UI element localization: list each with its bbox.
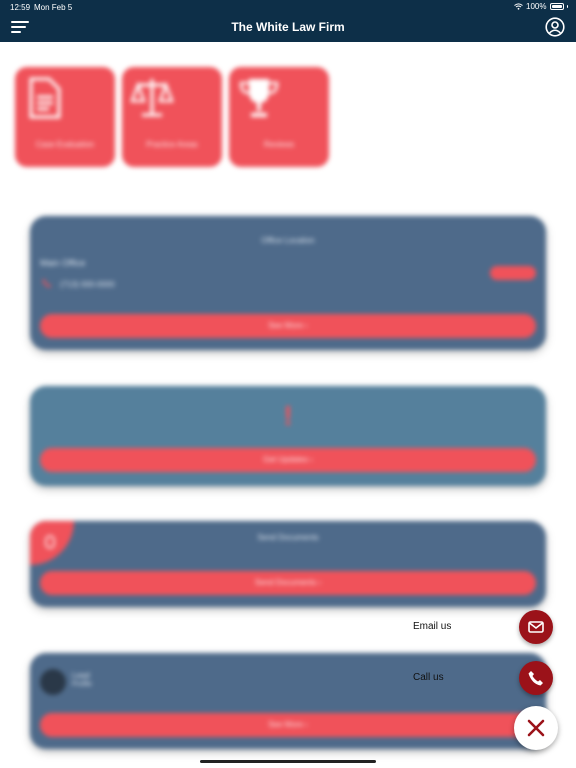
phone-icon — [528, 671, 543, 686]
updates-card: ! Get Updates › — [30, 386, 546, 486]
document-icon — [29, 77, 61, 119]
trophy-icon — [239, 79, 279, 117]
tile-practice-areas[interactable]: Practice Areas — [122, 67, 222, 167]
documents-card: Send Documents Send Documents › — [30, 521, 546, 607]
battery-tip — [566, 5, 568, 8]
card-title: Send Documents — [257, 533, 319, 542]
background-content: Case Evaluation Practice Areas Reviews O… — [0, 42, 576, 768]
mail-icon — [528, 621, 544, 633]
office-card: Office Location Main Office (713) 000-00… — [30, 216, 546, 350]
office-phone: (713) 000-0000 — [60, 280, 115, 289]
contact-name: Lead — [72, 671, 90, 680]
battery-icon — [549, 3, 564, 10]
close-icon — [527, 719, 545, 737]
contact-card: Lead Profile See More › — [30, 653, 546, 749]
office-name: Main Office — [40, 258, 86, 268]
profile-icon[interactable] — [545, 17, 565, 37]
call-us-label[interactable]: Call us — [413, 672, 444, 683]
tile-label: Practice Areas — [146, 140, 198, 149]
tile-label: Case Evaluation — [35, 140, 95, 149]
status-right: 100% — [514, 2, 568, 11]
directions-pill[interactable] — [490, 266, 536, 280]
close-actions-button[interactable] — [514, 706, 558, 750]
card-title: Office Location — [261, 236, 315, 245]
status-time: 12:59 — [10, 3, 31, 12]
tile-label: Reviews — [263, 140, 295, 149]
phone-icon — [42, 279, 51, 288]
see-more-button[interactable]: See More › — [40, 713, 536, 737]
tile-case-evaluation[interactable]: Case Evaluation — [15, 67, 115, 167]
scales-icon — [130, 79, 174, 117]
tile-reviews[interactable]: Reviews — [229, 67, 329, 167]
email-button[interactable] — [519, 610, 553, 644]
avatar — [40, 669, 66, 695]
see-more-button[interactable]: See More › — [40, 314, 536, 338]
status-date: Mon Feb 5 — [34, 3, 73, 12]
email-us-label[interactable]: Email us — [413, 621, 451, 632]
status-bar: 12:59 Mon Feb 5 100% — [0, 0, 576, 14]
send-documents-button[interactable]: Send Documents › — [40, 571, 536, 595]
call-button[interactable] — [519, 661, 553, 695]
battery-percent: 100% — [526, 2, 547, 11]
contact-role: Profile — [72, 681, 92, 688]
home-indicator — [200, 760, 376, 763]
app-header: 12:59 Mon Feb 5 100% The White Law Firm — [0, 0, 576, 42]
alert-icon: ! — [283, 400, 293, 431]
get-updates-button[interactable]: Get Updates › — [40, 448, 536, 472]
documents-badge — [30, 521, 74, 565]
page-title: The White Law Firm — [231, 20, 345, 34]
wifi-icon — [514, 3, 523, 10]
